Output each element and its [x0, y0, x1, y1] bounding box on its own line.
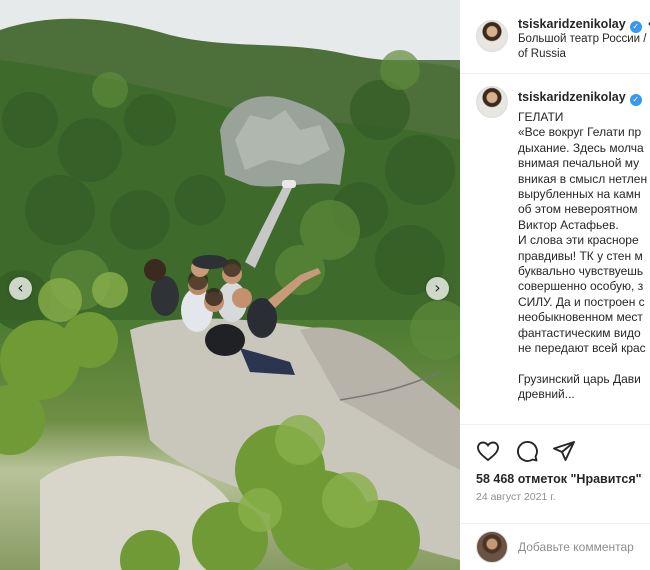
share-icon: [553, 441, 575, 461]
mountain-landscape-image: [0, 0, 460, 570]
post-actions: 58 468 отметок "Нравится" 24 август 2021…: [460, 424, 650, 570]
comment-button[interactable]: [515, 439, 539, 463]
likes-count[interactable]: 58 468 отметок "Нравится": [476, 472, 642, 486]
chevron-left-icon: ‹: [17, 278, 24, 297]
caption-username[interactable]: tsiskaridzenikolay: [518, 90, 626, 104]
add-comment-row: [460, 523, 650, 570]
post-date[interactable]: 24 август 2021 г.: [476, 491, 556, 503]
comment-input[interactable]: [518, 540, 650, 554]
like-button[interactable]: [476, 439, 500, 463]
carousel-next-button[interactable]: ›: [426, 277, 449, 300]
post-location[interactable]: Большой театр России / of Russia: [518, 32, 650, 62]
share-button[interactable]: [552, 439, 576, 463]
post-header: tsiskaridzenikolay✓ • Большой театр Росс…: [460, 0, 650, 74]
author-username[interactable]: tsiskaridzenikolay: [518, 17, 626, 31]
carousel-prev-button[interactable]: ‹: [9, 277, 32, 300]
caption-text: ГЕЛАТИ «Все вокруг Гелати пр дыхание. Зд…: [518, 110, 648, 402]
caption-author-avatar[interactable]: [476, 86, 508, 118]
post-caption: tsiskaridzenikolay✓ 1 ГЕЛАТИ «Все вокруг…: [518, 88, 650, 403]
caption-header: tsiskaridzenikolay✓ 1: [518, 88, 650, 106]
post-photo[interactable]: ‹ ›: [0, 0, 460, 570]
post-sidebar: tsiskaridzenikolay✓ • Большой театр Росс…: [460, 0, 650, 570]
heart-icon: [477, 441, 499, 462]
chevron-right-icon: ›: [434, 278, 441, 297]
author-username-row[interactable]: tsiskaridzenikolay✓ •: [518, 15, 650, 33]
comment-icon: [517, 441, 538, 462]
current-user-avatar: [476, 531, 508, 563]
author-avatar[interactable]: [476, 20, 508, 52]
verified-badge-icon: ✓: [629, 94, 642, 106]
